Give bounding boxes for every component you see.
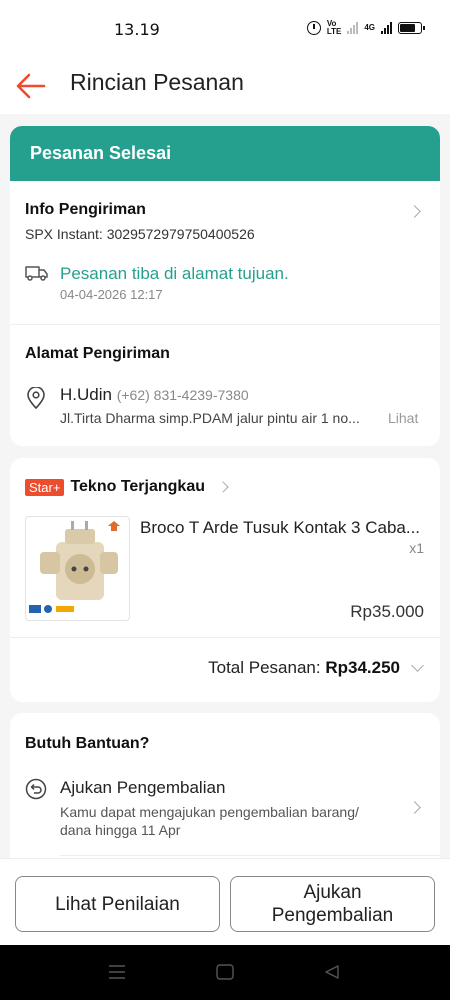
- shop-badge: Star+: [25, 478, 65, 496]
- order-total-row[interactable]: Total Pesanan: Rp34.250: [208, 658, 400, 678]
- chevron-right-icon: [408, 205, 421, 218]
- status-icons: Vo LTE 4G: [306, 19, 425, 36]
- order-info-card: Pesanan Selesai Info Pengiriman SPX Inst…: [10, 126, 440, 446]
- volte-indicator: Vo LTE: [326, 19, 342, 36]
- address-line: Jl.Tirta Dharma simp.PDAM jalur pintu ai…: [60, 410, 360, 426]
- return-title: Ajukan Pengembalian: [60, 778, 226, 797]
- bottom-action-bar: Lihat Penilaian Ajukan Pengembalian: [0, 858, 450, 945]
- signal-sim2-icon: [381, 22, 392, 34]
- return-icon: [25, 778, 47, 800]
- chevron-right-icon: [408, 801, 421, 814]
- network-type: 4G: [364, 23, 375, 32]
- see-address-link[interactable]: Lihat: [388, 410, 418, 426]
- view-review-button[interactable]: Lihat Penilaian: [15, 876, 220, 932]
- battery-icon: [398, 22, 425, 34]
- order-status-banner: Pesanan Selesai: [10, 126, 440, 181]
- back-triangle-icon[interactable]: [324, 964, 340, 980]
- shop-row[interactable]: Star+ Tekno Terjangkau: [25, 478, 229, 496]
- status-bar: 13.19 Vo LTE 4G: [0, 0, 450, 62]
- order-status-label: Pesanan Selesai: [30, 143, 172, 163]
- return-request-item[interactable]: Ajukan Pengembalian Kamu dapat mengajuka…: [10, 768, 440, 868]
- product-image[interactable]: [25, 516, 130, 621]
- home-icon[interactable]: [216, 964, 234, 980]
- view-review-label: Lihat Penilaian: [55, 893, 180, 915]
- address-section: Alamat Pengiriman H.Udin (+62) 831-4239-…: [10, 325, 440, 446]
- order-total-value: Rp34.250: [325, 658, 400, 677]
- tracking-number: SPX Instant: 3029572979750400526: [25, 226, 255, 242]
- request-return-label-2: Pengembalian: [271, 905, 394, 926]
- alarm-icon: [306, 21, 321, 35]
- return-description-2: dana hingga 11 Apr: [60, 822, 181, 838]
- shipping-info-title: Info Pengiriman: [25, 201, 146, 218]
- menu-icon[interactable]: [108, 965, 126, 979]
- signal-sim1-icon: [347, 22, 359, 34]
- address-title: Alamat Pengiriman: [25, 345, 170, 362]
- delivery-status: Pesanan tiba di alamat tujuan.: [60, 264, 289, 283]
- back-arrow-icon[interactable]: [14, 68, 48, 102]
- divider: [60, 855, 440, 856]
- delivery-timestamp: 04-04-2026 12:17: [60, 287, 163, 302]
- help-title: Butuh Bantuan?: [25, 735, 150, 752]
- system-navigation-bar: [0, 945, 450, 1000]
- chevron-down-icon[interactable]: [411, 659, 424, 672]
- status-time: 13.19: [114, 20, 160, 39]
- page-title: Rincian Pesanan: [70, 69, 244, 95]
- return-description-1: Kamu dapat mengajukan pengembalian baran…: [60, 804, 359, 820]
- shipping-info-section[interactable]: Info Pengiriman SPX Instant: 30295729797…: [10, 181, 440, 324]
- app-bar: Rincian Pesanan: [0, 62, 450, 114]
- order-total-label: Total Pesanan:: [208, 658, 321, 677]
- request-return-button[interactable]: Ajukan Pengembalian: [230, 876, 435, 932]
- shop-name: Tekno Terjangkau: [70, 478, 205, 495]
- request-return-label-1: Ajukan: [303, 882, 362, 903]
- product-name[interactable]: Broco T Arde Tusuk Kontak 3 Caba...: [140, 518, 425, 538]
- truck-icon: [25, 266, 48, 281]
- recipient-name: H.Udin: [60, 385, 112, 404]
- location-pin-icon: [27, 387, 45, 409]
- power-socket-image: [29, 521, 120, 613]
- chevron-right-icon: [217, 481, 229, 493]
- recipient-phone: (+62) 831-4239-7380: [116, 387, 249, 403]
- product-quantity: x1: [409, 540, 424, 556]
- divider: [10, 637, 440, 638]
- product-card: Star+ Tekno Terjangkau Broco T Arde Tusu…: [10, 458, 440, 702]
- product-price: Rp35.000: [350, 602, 424, 621]
